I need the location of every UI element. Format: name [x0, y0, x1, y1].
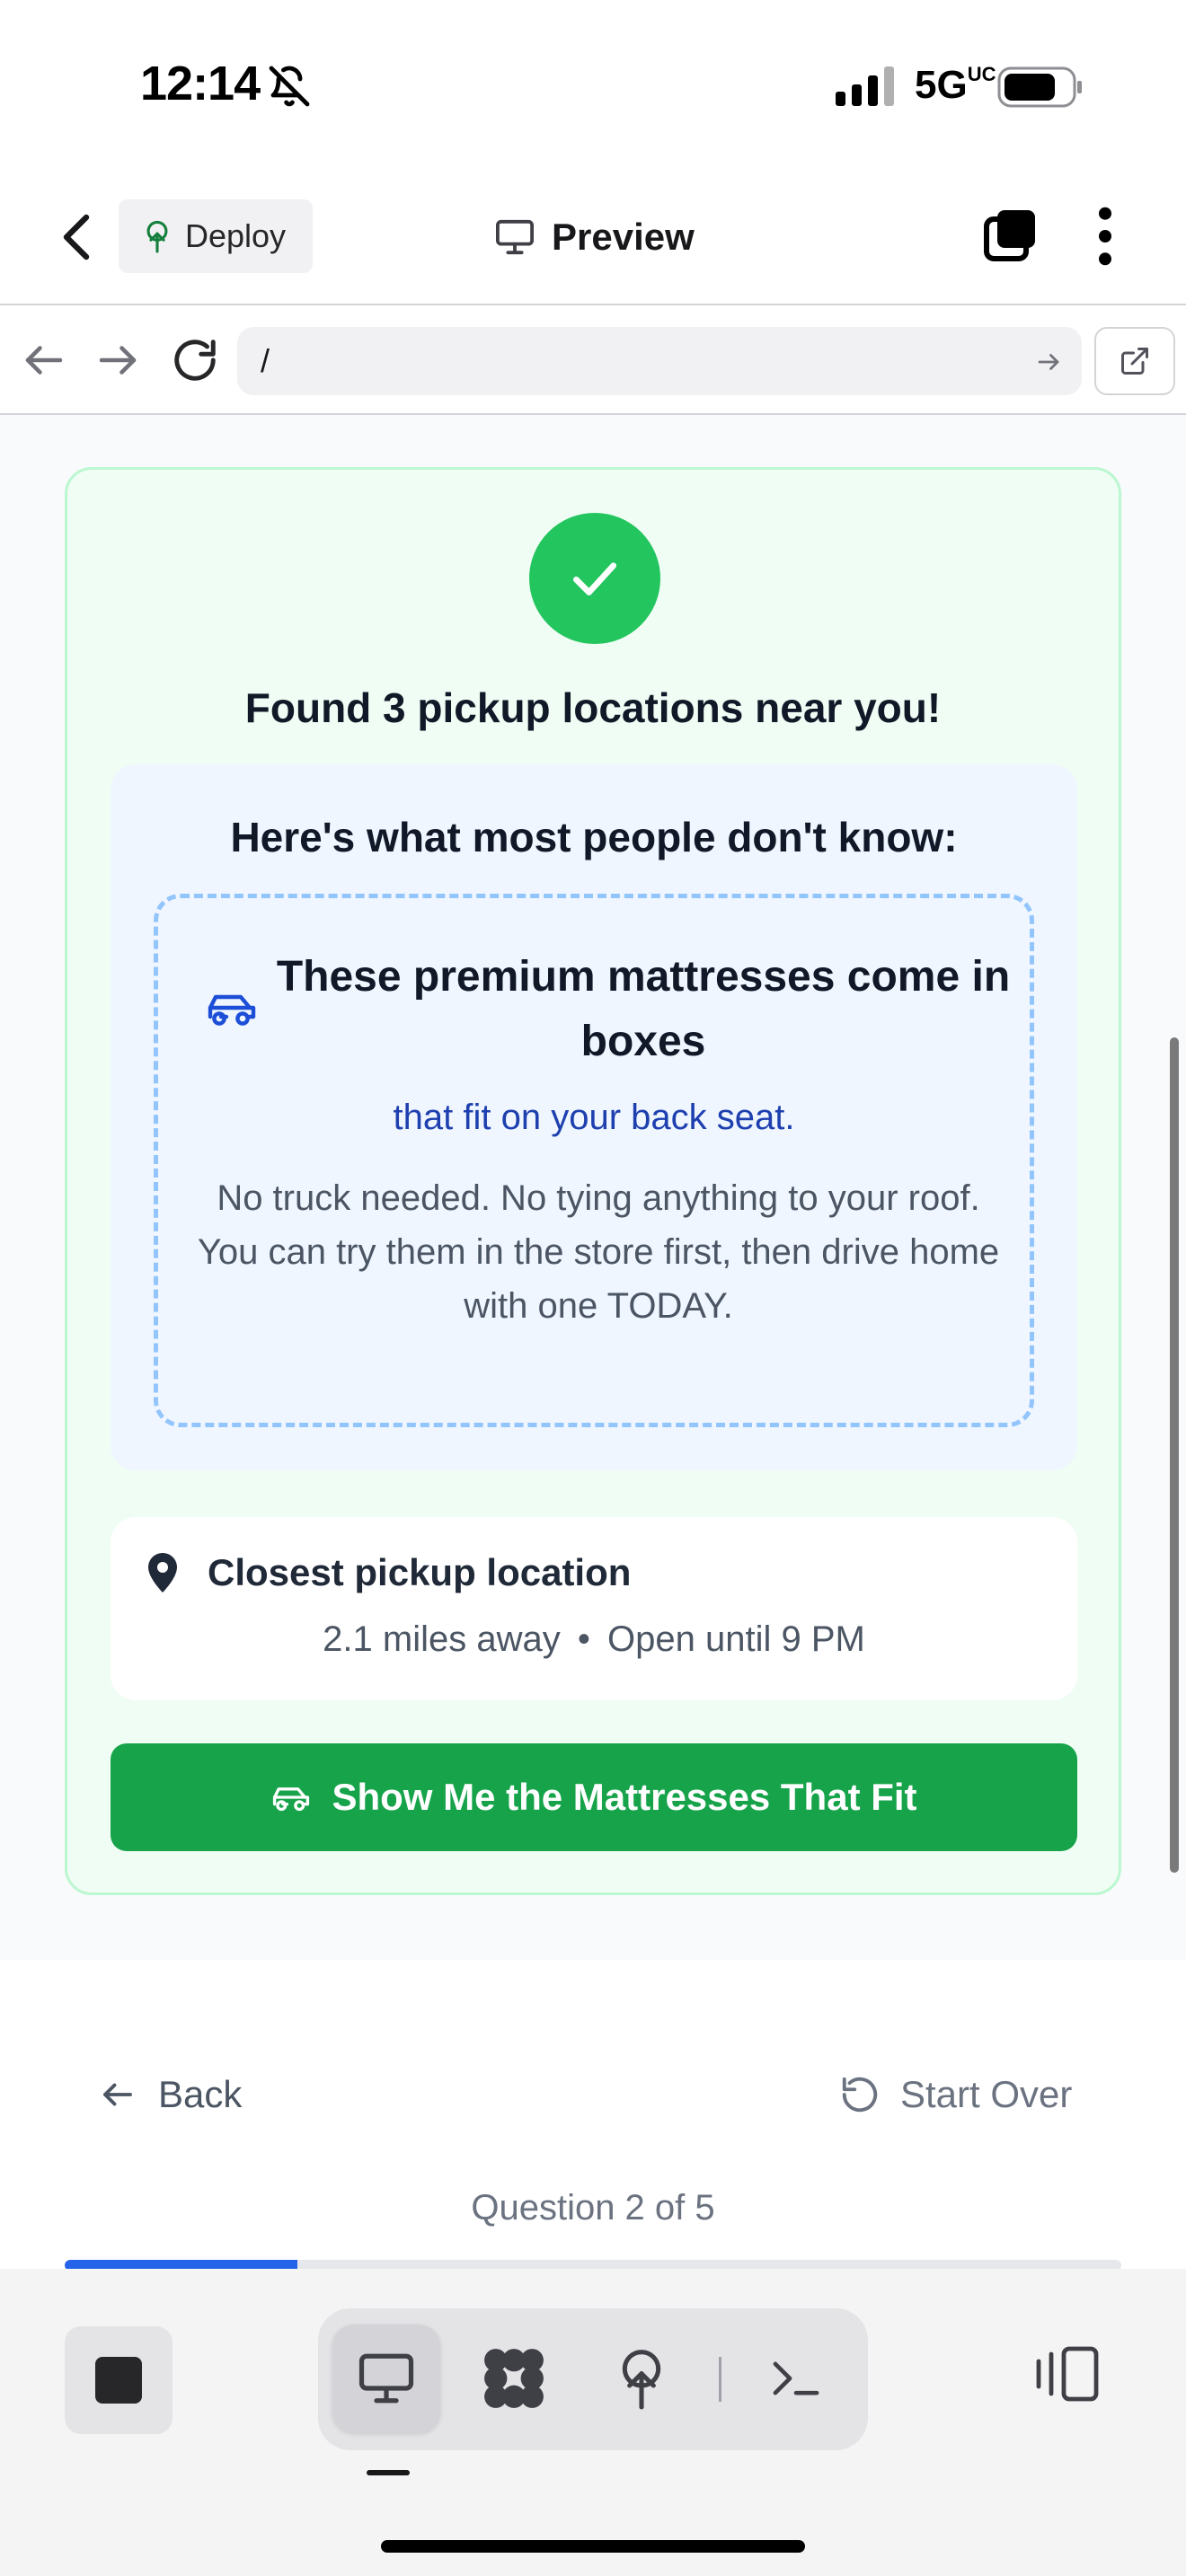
pickup-separator: •	[577, 1619, 590, 1659]
monitor-icon	[496, 219, 534, 255]
bell-off-icon	[269, 66, 310, 107]
pickup-card: Closest pickup location 2.1 miles away •…	[111, 1517, 1077, 1700]
chevron-left-icon[interactable]	[58, 212, 97, 262]
external-link-icon	[1121, 348, 1148, 375]
stop-icon	[95, 2357, 142, 2404]
arrow-left-icon	[103, 2083, 132, 2106]
cta-label: Show Me the Mattresses That Fit	[332, 1776, 917, 1818]
pickup-hours: Open until 9 PM	[607, 1619, 865, 1659]
view-switcher	[318, 2308, 868, 2450]
description-text: No truck needed. No tying anything to yo…	[194, 1171, 1003, 1333]
premium-text: These premium mattresses come in boxes	[276, 953, 1011, 1065]
check-icon	[572, 562, 617, 595]
status-bar: 12:14 5GUC	[0, 0, 1186, 171]
pickup-details: 2.1 miles away • Open until 9 PM	[111, 1619, 1077, 1660]
description-line-2: You can try them in the store first, the…	[197, 1232, 1000, 1326]
pickup-title: Closest pickup location	[208, 1551, 632, 1593]
open-external-button[interactable]	[1094, 327, 1175, 395]
deploy-button[interactable]: Deploy	[119, 199, 313, 273]
tab-shell[interactable]	[742, 2325, 850, 2432]
deploy-tree-icon	[146, 220, 168, 253]
tab-apps[interactable]	[460, 2325, 568, 2432]
arrow-right-icon[interactable]	[93, 336, 142, 384]
url-input[interactable]: /	[237, 327, 1082, 395]
preview-label: Preview	[552, 216, 695, 258]
car-icon	[273, 1787, 310, 1812]
grid-icon	[484, 2349, 544, 2408]
deploy-tree-icon	[622, 2350, 661, 2410]
home-indicator	[381, 2540, 805, 2553]
stop-button[interactable]	[65, 2326, 173, 2434]
url-path: /	[261, 342, 270, 379]
battery-icon	[997, 66, 1082, 108]
car-icon	[208, 994, 256, 1026]
preview-title[interactable]: Preview	[494, 208, 695, 266]
bottom-toolbar	[0, 2269, 1186, 2576]
description-line-1: No truck needed. No tying anything to yo…	[217, 1178, 980, 1218]
panel-icon[interactable]	[1033, 2342, 1102, 2405]
start-over-label: Start Over	[900, 2073, 1073, 2115]
more-vertical-icon[interactable]	[1091, 205, 1120, 268]
status-time: 12:14	[140, 57, 261, 110]
app-header: Deploy Preview	[0, 171, 1186, 305]
tabs-icon[interactable]	[981, 207, 1039, 264]
tab-deploy[interactable]	[588, 2325, 695, 2432]
segment-divider	[719, 2357, 721, 2402]
question-counter: Question 2 of 5	[471, 2188, 715, 2228]
result-card: Found 3 pickup locations near you! Here'…	[65, 467, 1121, 1895]
tab-preview[interactable]	[332, 2325, 440, 2432]
backseat-text: that fit on your back seat.	[393, 1098, 795, 1137]
network-label: 5GUC	[915, 63, 996, 107]
back-button[interactable]: Back	[99, 2066, 242, 2123]
terminal-icon	[773, 2361, 819, 2395]
arrow-left-icon[interactable]	[20, 336, 68, 384]
active-tab-indicator	[367, 2470, 410, 2475]
info-heading: Here's what most people don't know:	[230, 814, 958, 860]
start-over-button[interactable]: Start Over	[839, 2066, 1072, 2123]
pickup-distance: 2.1 miles away	[323, 1619, 561, 1659]
rotate-ccw-icon	[842, 2077, 878, 2113]
success-badge	[529, 513, 660, 644]
reload-icon[interactable]	[171, 336, 219, 384]
info-box: Here's what most people don't know: Thes…	[111, 764, 1077, 1470]
back-label: Back	[158, 2073, 243, 2115]
result-title: Found 3 pickup locations near you!	[244, 684, 942, 731]
highlight-box: These premium mattresses come in boxes t…	[154, 894, 1034, 1427]
show-mattresses-button[interactable]: Show Me the Mattresses That Fit	[111, 1743, 1077, 1851]
go-arrow-icon[interactable]	[1035, 348, 1062, 375]
url-bar: /	[0, 307, 1186, 415]
map-pin-icon	[148, 1553, 177, 1592]
deploy-label: Deploy	[185, 217, 287, 254]
monitor-icon	[358, 2353, 414, 2404]
scrollbar-thumb[interactable]	[1170, 1037, 1179, 1873]
signal-icon	[836, 66, 894, 106]
